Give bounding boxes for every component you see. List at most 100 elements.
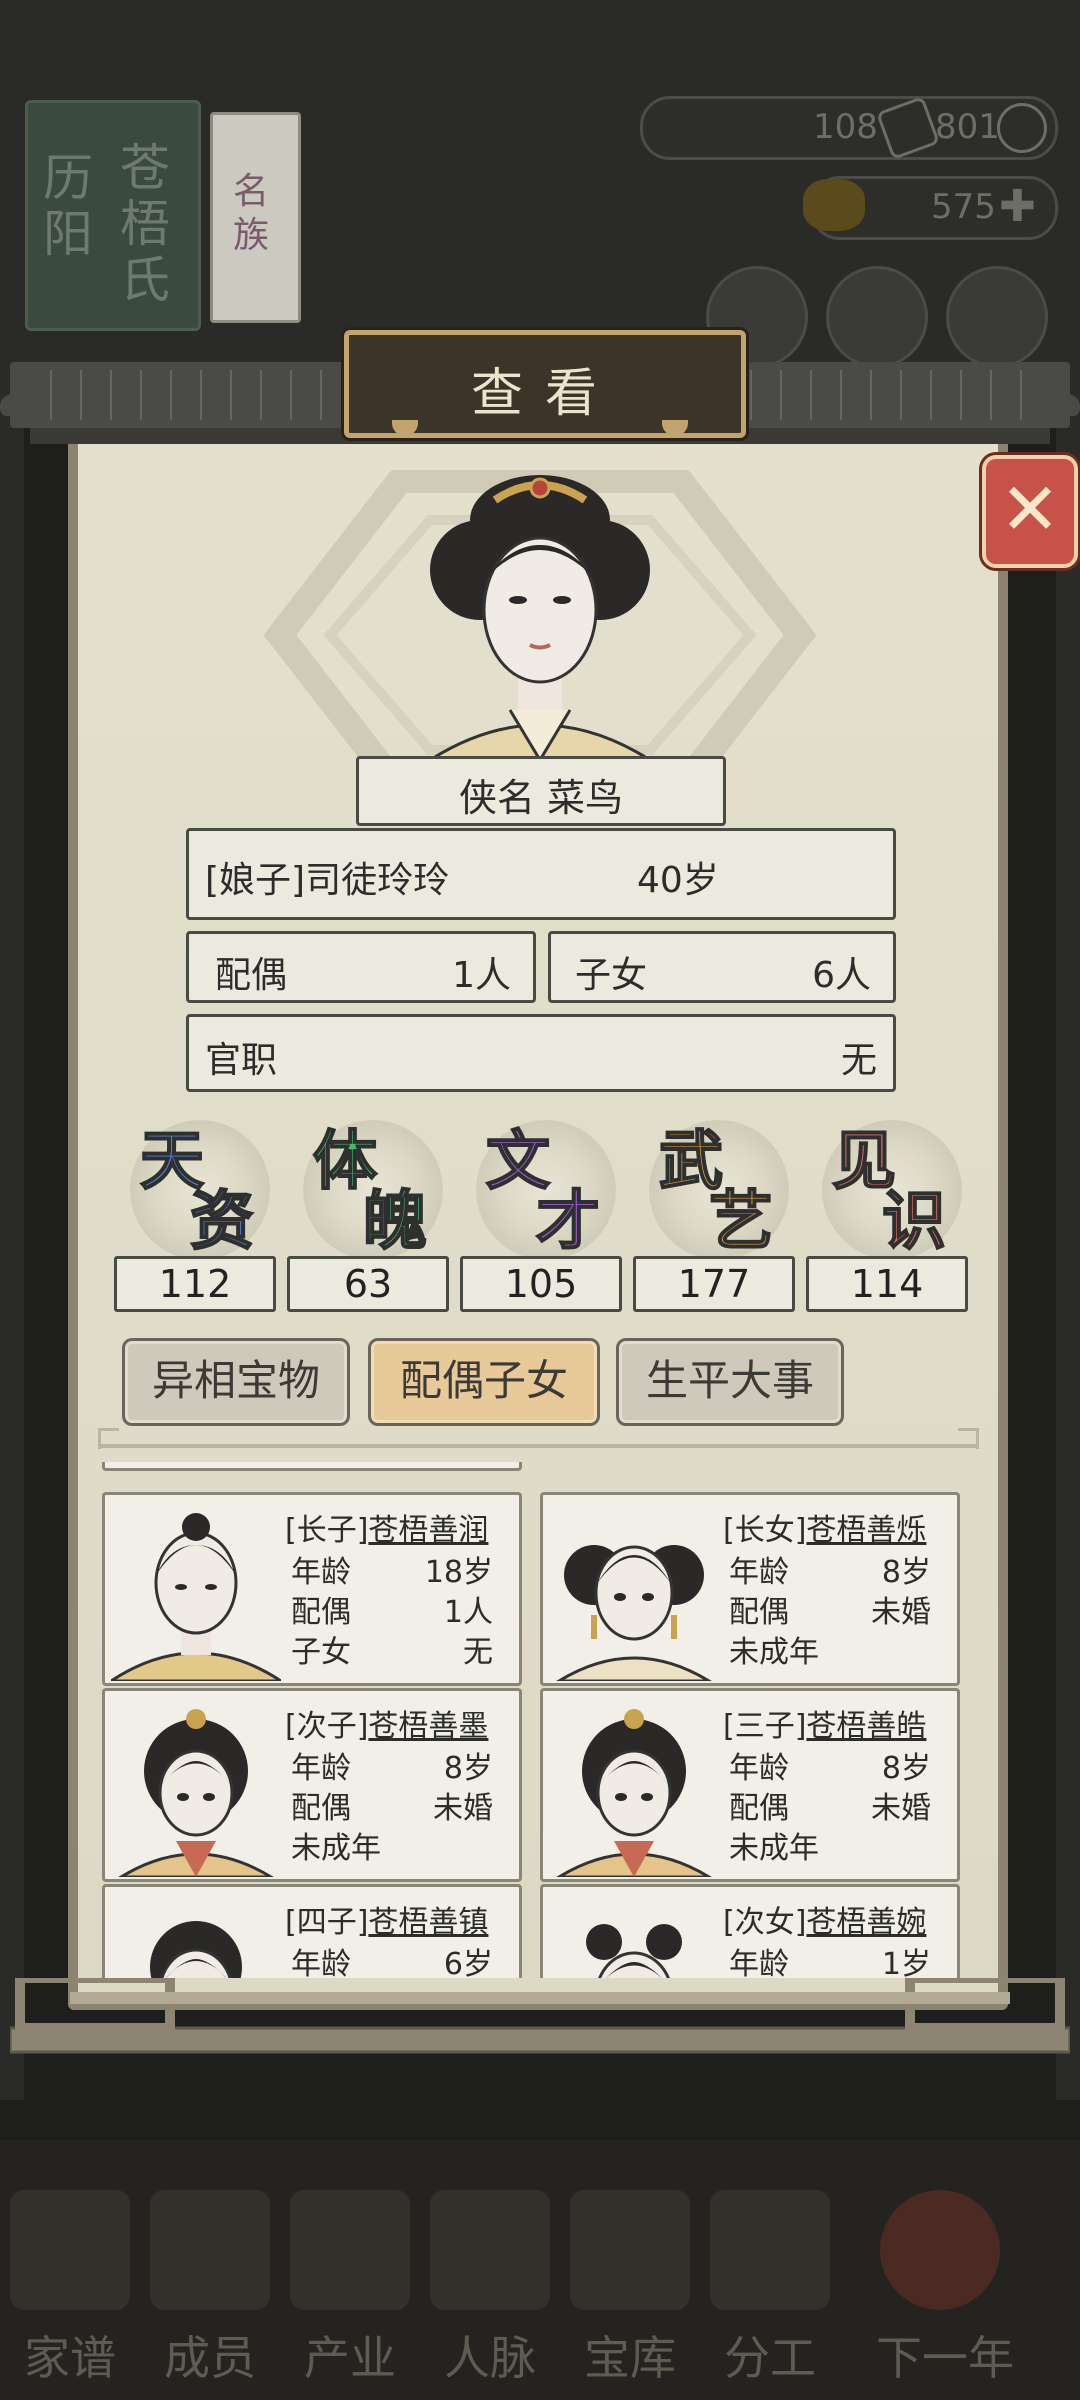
spouse-value: 未婚: [871, 1791, 931, 1826]
family-tree-icon: [10, 2190, 130, 2310]
stat-literacy-char2: 才: [535, 1183, 601, 1260]
child-title: [长女]苍梧善烁: [723, 1505, 926, 1549]
stat-martial-value: 177: [633, 1256, 795, 1312]
nav-label: 分工: [724, 2331, 816, 2385]
age-value: 6岁: [443, 1947, 493, 1978]
child-portrait: [586, 1924, 682, 1978]
child-name-link[interactable]: 苍梧善墨: [368, 1709, 488, 1744]
stat-talent-value: 112: [114, 1256, 276, 1312]
office-value: 无: [840, 1040, 877, 1081]
nav-assignments[interactable]: 分工: [700, 2190, 840, 2385]
child-name-link[interactable]: 苍梧善镇: [368, 1905, 488, 1940]
divider-corner-left: [98, 1428, 119, 1449]
children-list[interactable]: [长子]苍梧善润 年龄 18岁 配偶 1人 子女 无 [长女]苍梧善烁 年龄 8…: [96, 1462, 972, 1978]
clan-book-text-3: 名族: [233, 171, 270, 256]
child-role: [次子]: [285, 1709, 369, 1744]
divider-corner-right: [958, 1428, 979, 1449]
child-title: [次女]苍梧善婉: [723, 1897, 926, 1941]
tab-spouse-children[interactable]: 配偶子女: [368, 1338, 600, 1426]
child-card[interactable]: [长女]苍梧善烁 年龄 8岁 配偶 未婚 未成年: [540, 1492, 960, 1686]
nav-connections[interactable]: 人脉: [420, 2190, 560, 2385]
fan-button[interactable]: [946, 266, 1048, 368]
child-portrait: [150, 1921, 242, 1978]
dialog-title: 查看: [470, 364, 619, 424]
office-row: 官职 无: [186, 1014, 896, 1092]
age-label: 年龄: [729, 1947, 789, 1978]
stat-physique-value: 63: [287, 1256, 449, 1312]
coin-count: 801: [935, 107, 1000, 147]
add-gold-icon[interactable]: ✚: [999, 181, 1036, 232]
office-label: 官职: [205, 1040, 278, 1081]
age-label: 年龄: [291, 1751, 351, 1786]
child-title: [三子]苍梧善皓: [723, 1701, 926, 1745]
background-left-edge: [0, 380, 24, 2100]
property-icon: [290, 2190, 410, 2310]
nav-members[interactable]: 成员: [140, 2190, 280, 2385]
child-card[interactable]: [次子]苍梧善墨 年龄 8岁 配偶 未婚 未成年: [102, 1688, 522, 1882]
stat-physique-char2: 魄: [362, 1183, 428, 1260]
child-portrait: [556, 1545, 712, 1681]
tab-life-events[interactable]: 生平大事: [616, 1338, 844, 1426]
tea-button[interactable]: [826, 266, 928, 368]
age-label: 年龄: [729, 1751, 789, 1786]
children-count: 6人: [812, 955, 871, 996]
age-value: 8岁: [443, 1751, 493, 1786]
nickname-box: 侠名 菜鸟: [356, 756, 726, 826]
treasury-icon: [570, 2190, 690, 2310]
stat-insight-char2: 识: [881, 1183, 947, 1260]
child-card[interactable]: [长子]苍梧善润 年龄 18岁 配偶 1人 子女 无: [102, 1492, 522, 1686]
child-name-link[interactable]: 苍梧善烁: [806, 1513, 926, 1548]
child-card[interactable]: [四子]苍梧善镇 年龄 6岁: [102, 1884, 522, 1978]
list-item-partial: [102, 1462, 522, 1471]
child-card[interactable]: [次女]苍梧善婉 年龄 1岁: [540, 1884, 960, 1978]
child-portrait: [118, 1709, 274, 1877]
nav-treasury[interactable]: 宝库: [560, 2190, 700, 2385]
clan-book[interactable]: 历阳 苍梧氏 名族: [25, 100, 301, 331]
child-name-link[interactable]: 苍梧善润: [368, 1513, 488, 1548]
child-portrait: [111, 1513, 281, 1681]
spouse-value: 未婚: [433, 1791, 493, 1826]
background-right-edge: [1056, 380, 1080, 2100]
child-card[interactable]: [三子]苍梧善皓 年龄 8岁 配偶 未婚 未成年: [540, 1688, 960, 1882]
scroll-icon: [710, 2190, 830, 2310]
kids-label: 子女: [291, 1635, 351, 1670]
children-label: 子女: [575, 955, 648, 996]
tab-treasures[interactable]: 异相宝物: [122, 1338, 350, 1426]
clan-book-text-1: 历阳: [43, 149, 93, 263]
child-title: [四子]苍梧善镇: [285, 1897, 488, 1941]
nav-next-year[interactable]: 下一年: [850, 2190, 1040, 2385]
gold-count: 575: [931, 187, 996, 227]
status-text: 未成年: [729, 1831, 819, 1866]
clan-book-text-2: 苍梧氏: [120, 139, 170, 309]
child-portrait: [556, 1709, 712, 1877]
nav-property[interactable]: 产业: [280, 2190, 420, 2385]
copper-coin-icon: [997, 103, 1047, 153]
identity-age: 40岁: [637, 860, 719, 901]
stat-martial-char2: 艺: [708, 1183, 774, 1260]
stat-literacy-value: 105: [460, 1256, 622, 1312]
spouse-label: 配偶: [215, 955, 288, 996]
child-role: [次女]: [723, 1905, 807, 1940]
nav-label: 成员: [164, 2331, 256, 2385]
child-role: [长女]: [723, 1513, 807, 1548]
child-name-link[interactable]: 苍梧善婉: [806, 1905, 926, 1940]
nav-label: 人脉: [444, 2331, 536, 2385]
spouse-label: 配偶: [729, 1595, 789, 1630]
child-role: [四子]: [285, 1905, 369, 1940]
character-portrait: [427, 475, 653, 760]
status-text: 未成年: [729, 1635, 819, 1670]
child-name-link[interactable]: 苍梧善皓: [806, 1709, 926, 1744]
spouse-value: 未婚: [871, 1595, 931, 1630]
close-button[interactable]: ✕: [982, 455, 1078, 568]
nickname-value: 菜鸟: [547, 776, 624, 820]
spouse-label: 配偶: [291, 1595, 351, 1630]
age-label: 年龄: [729, 1555, 789, 1590]
nav-family-tree[interactable]: 家谱: [0, 2190, 140, 2385]
gold-ingot-icon: [803, 179, 865, 231]
age-value: 1岁: [881, 1947, 931, 1978]
close-icon: ✕: [999, 467, 1061, 551]
child-title: [长子]苍梧善润: [285, 1505, 488, 1549]
members-icon: [150, 2190, 270, 2310]
stat-talent-char2: 资: [189, 1183, 255, 1260]
identity-name: [娘子]司徒玲玲: [205, 860, 450, 901]
